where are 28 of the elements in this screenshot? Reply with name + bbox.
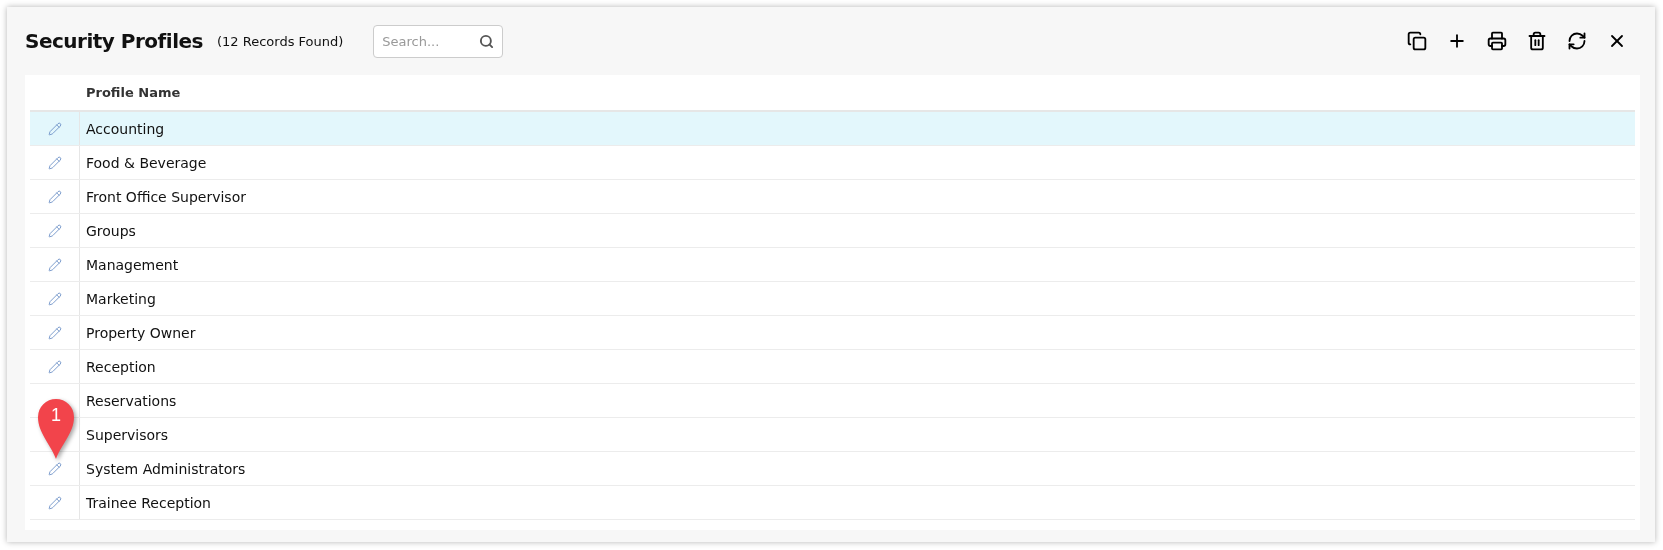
table-cell-text: Reception bbox=[85, 357, 156, 377]
table-cell-text: Supervisors bbox=[85, 425, 169, 445]
table-cell-text: System Administrators bbox=[85, 459, 246, 479]
table-row[interactable]: Reception bbox=[30, 350, 1635, 384]
table-cell-text: Front Office Supervisor bbox=[85, 187, 246, 207]
table-cell-text: Food & Beverage bbox=[85, 153, 207, 173]
table-row[interactable]: Property Owner bbox=[30, 316, 1635, 350]
callout-pin: 1 bbox=[36, 397, 76, 461]
table-cell-text: Management bbox=[85, 255, 179, 275]
table-row[interactable]: Marketing bbox=[30, 282, 1635, 316]
column-header: Profile Name bbox=[85, 85, 181, 100]
search-field[interactable]: Search... bbox=[373, 24, 504, 58]
table-cell-text: Groups bbox=[85, 221, 136, 241]
record-count: (12 Records Found) bbox=[217, 33, 344, 49]
table-cell-text: Accounting bbox=[85, 119, 165, 139]
table-row[interactable]: Groups bbox=[30, 214, 1635, 248]
table-cell-text: Trainee Reception bbox=[85, 493, 211, 513]
table-row[interactable]: Trainee Reception bbox=[30, 486, 1635, 520]
table-cell-text: Property Owner bbox=[85, 323, 196, 343]
search-icon bbox=[479, 33, 495, 49]
page-title: Security Profiles bbox=[25, 29, 203, 53]
table-row[interactable]: System Administrators bbox=[30, 452, 1635, 486]
table-cell-text: Marketing bbox=[85, 289, 156, 309]
table-cell-text: Reservations bbox=[85, 391, 177, 411]
table-row[interactable]: Accounting bbox=[30, 112, 1635, 146]
table-row[interactable]: Front Office Supervisor bbox=[30, 180, 1635, 214]
table-row[interactable]: Management bbox=[30, 248, 1635, 282]
table-row[interactable]: Food & Beverage bbox=[30, 146, 1635, 180]
